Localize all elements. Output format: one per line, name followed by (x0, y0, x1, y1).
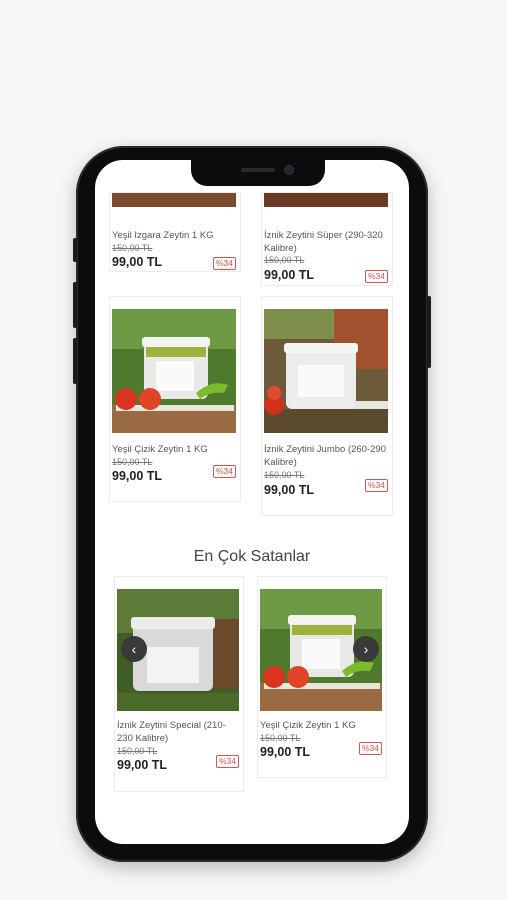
product-image[interactable] (112, 193, 236, 207)
discount-badge: %34 (364, 479, 388, 492)
old-price: 150,00 TL (117, 746, 158, 756)
price: 99,00 TL (117, 758, 168, 772)
mute-switch (73, 238, 77, 262)
price: 99,00 TL (264, 268, 315, 282)
notch (191, 160, 325, 186)
discount-badge: %34 (212, 257, 236, 270)
price: 99,00 TL (260, 745, 311, 759)
product-name[interactable]: İznik Zeytini Jumbo (260-290 Kalibre) (264, 443, 388, 469)
product-image[interactable] (264, 309, 388, 433)
old-price: 150,00 TL (260, 733, 301, 743)
product-card[interactable]: İznik Zeytini Süper (290-320 Kalibre) 15… (261, 192, 393, 286)
discount-badge: %34 (358, 742, 382, 755)
discount-badge: %34 (364, 270, 388, 283)
product-image[interactable] (264, 193, 388, 207)
price: 99,00 TL (264, 483, 315, 497)
discount-badge: %34 (212, 465, 236, 478)
old-price: 150,00 TL (264, 255, 305, 265)
product-image[interactable] (112, 309, 236, 433)
product-name[interactable]: Yeşil Çizik Zeytin 1 KG (112, 443, 236, 456)
price: 99,00 TL (112, 255, 163, 269)
old-price: 150,00 TL (264, 470, 305, 480)
section-title: En Çok Satanlar (193, 548, 311, 565)
chevron-left-icon[interactable]: ‹ (121, 636, 147, 662)
old-price: 150,00 TL (112, 243, 153, 253)
phone-screen: Yeşil Izgara Zeytin 1 KG 150,00 TL 99,00… (95, 160, 409, 844)
product-card[interactable]: Yeşil Izgara Zeytin 1 KG 150,00 TL 99,00… (109, 192, 241, 272)
front-camera (285, 166, 293, 174)
product-card[interactable]: Yeşil Çizik Zeytin 1 KG 150,00 TL 99,00 … (109, 296, 241, 502)
product-name[interactable]: İznik Zeytini Special (210-230 Kalibre) (117, 719, 241, 745)
old-price: 150,00 TL (112, 457, 153, 467)
price: 99,00 TL (112, 469, 163, 483)
page-content: Yeşil Izgara Zeytin 1 KG 150,00 TL 99,00… (95, 160, 409, 844)
product-name[interactable]: Yeşil Izgara Zeytin 1 KG (112, 229, 236, 242)
product-card[interactable]: İznik Zeytini Jumbo (260-290 Kalibre) 15… (261, 296, 393, 516)
carousel-product-card[interactable]: İznik Zeytini Special (210-230 Kalibre) … (114, 576, 244, 792)
volume-down-button (73, 338, 77, 384)
chevron-right-icon[interactable]: › (353, 636, 379, 662)
volume-up-button (73, 282, 77, 328)
product-name[interactable]: Yeşil Çizik Zeytin 1 KG (260, 719, 384, 732)
product-name[interactable]: İznik Zeytini Süper (290-320 Kalibre) (264, 229, 388, 255)
discount-badge: %34 (215, 755, 239, 768)
speaker (241, 168, 275, 172)
power-button (427, 296, 431, 368)
carousel-product-card[interactable]: Yeşil Çizik Zeytin 1 KG 150,00 TL 99,00 … (257, 576, 387, 778)
phone-frame: Yeşil Izgara Zeytin 1 KG 150,00 TL 99,00… (73, 146, 431, 862)
